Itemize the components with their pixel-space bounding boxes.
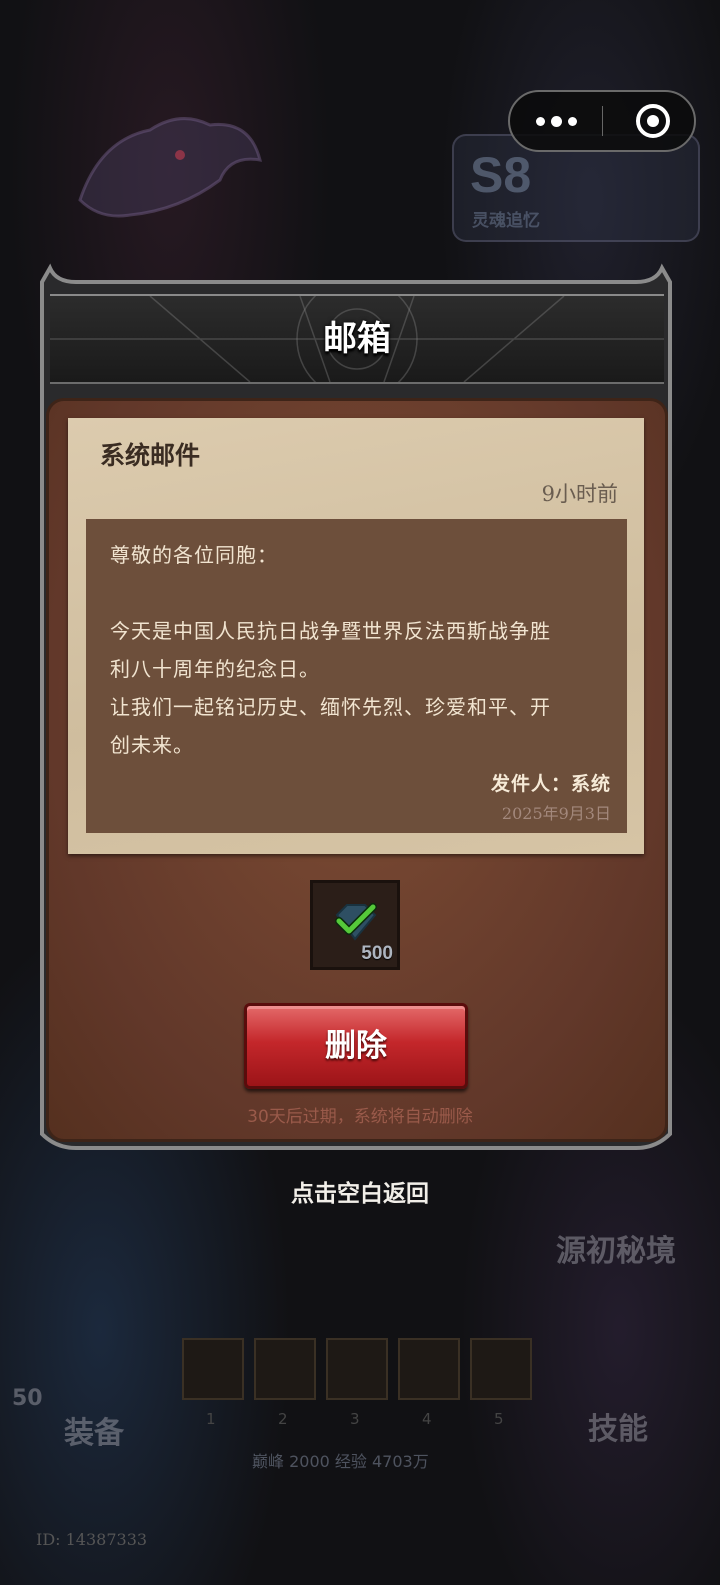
skill-slot (470, 1338, 532, 1400)
delete-button[interactable]: 删除 (244, 1003, 468, 1089)
skill-slot (182, 1338, 244, 1400)
gem-claimed-icon (335, 903, 377, 941)
mail-sender: 发件人：系统 (490, 773, 611, 795)
mail-line: 今天是中国人民抗日战争暨世界反法西斯战争胜 (110, 619, 551, 643)
skill-slot (398, 1338, 460, 1400)
mail-body: 尊敬的各位同胞： 今天是中国人民抗日战争暨世界反法西斯战争胜 利八十周年的纪念日… (86, 519, 627, 833)
miniprogram-capsule (508, 90, 696, 152)
secret-realm-label: 源初秘境 (556, 1234, 676, 1269)
slot-number: 2 (278, 1410, 288, 1428)
mail-time: 9小时前 (541, 482, 618, 506)
mail-line: 让我们一起铭记历史、缅怀先烈、珍爱和平、开 (110, 695, 551, 719)
mail-line: 创未来。 (110, 733, 194, 757)
reward-count: 500 (361, 943, 393, 964)
slot-number: 3 (350, 1410, 360, 1428)
season-badge: S8 (470, 147, 532, 203)
mail-greeting: 尊敬的各位同胞： (110, 543, 278, 567)
peak-exp-text: 巅峰 2000 经验 4703万 (252, 1452, 429, 1471)
level-badge: 50 (12, 1386, 43, 1411)
back-hint[interactable]: 点击空白返回 (0, 1174, 720, 1208)
modal-title: 邮箱 (323, 319, 391, 359)
target-close-icon[interactable] (634, 102, 672, 140)
delete-label: 删除 (325, 1028, 387, 1064)
capsule-divider (602, 106, 603, 136)
slot-number: 1 (206, 1410, 216, 1428)
modal-header: 邮箱 (50, 294, 664, 384)
expire-note: 30天后过期，系统将自动删除 (247, 1107, 473, 1127)
beast-icon (78, 117, 263, 218)
mail-line: 利八十周年的纪念日。 (110, 657, 320, 681)
slot-number: 5 (494, 1410, 504, 1428)
more-dots-icon[interactable] (510, 92, 602, 150)
reward-item[interactable]: 500 (310, 880, 400, 970)
season-label: 灵魂追忆 (472, 211, 540, 231)
equipment-label: 装备 (64, 1416, 124, 1451)
skill-slot (326, 1338, 388, 1400)
mail-date: 2025年9月3日 (501, 804, 611, 823)
slot-number: 4 (422, 1410, 432, 1428)
mail-type: 系统邮件 (100, 441, 201, 470)
skill-slot (254, 1338, 316, 1400)
skills-label: 技能 (588, 1412, 648, 1447)
user-id: ID: 14387333 (36, 1530, 148, 1549)
